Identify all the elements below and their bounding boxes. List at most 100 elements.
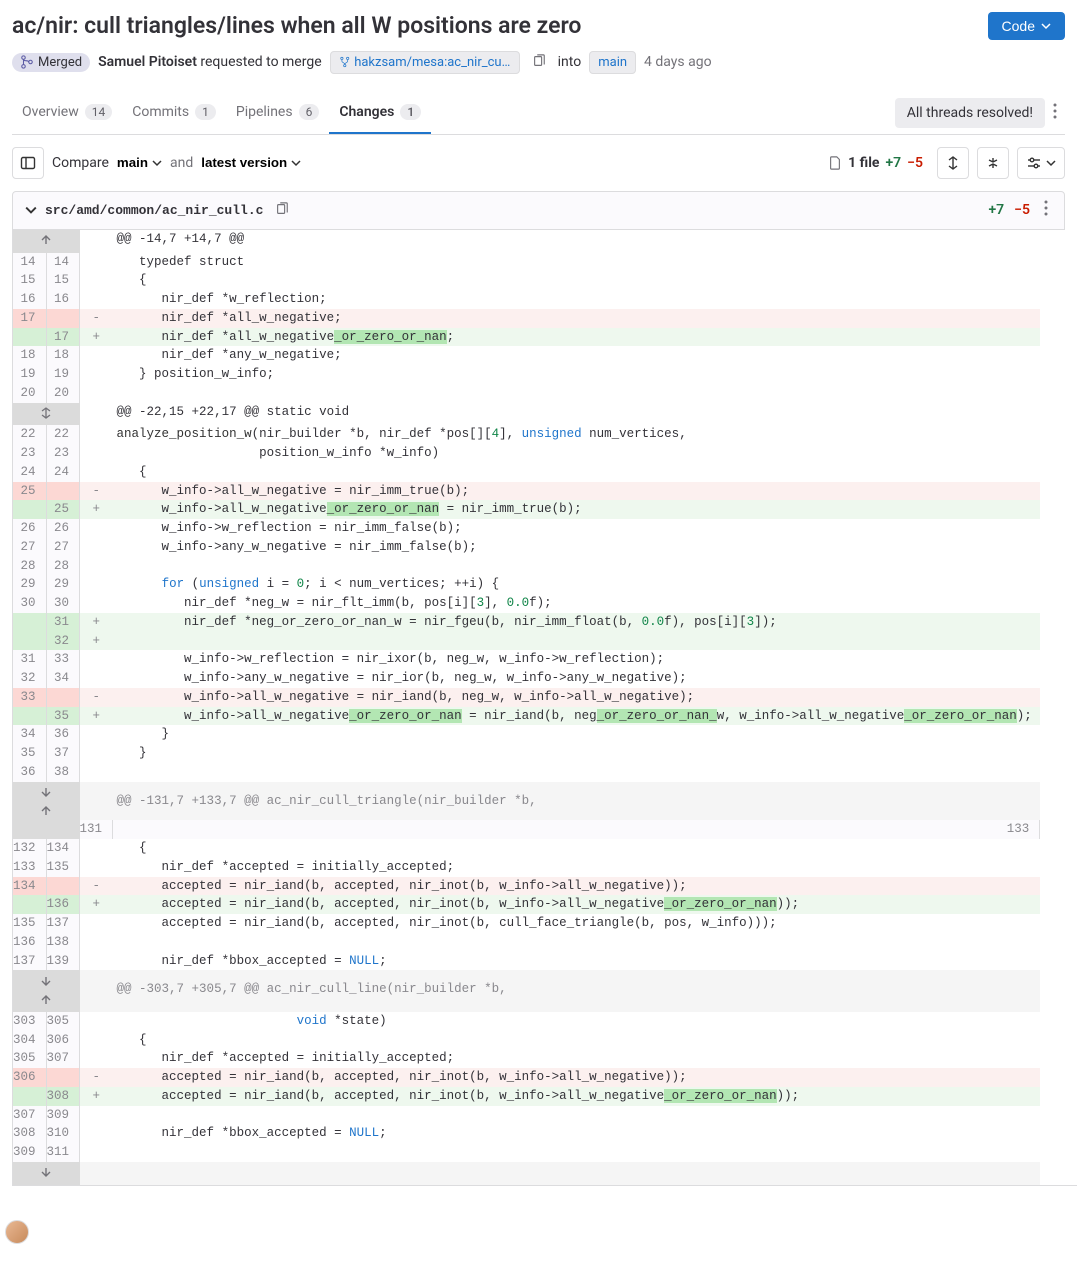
requested-text: requested to merge xyxy=(200,54,321,70)
code-line[interactable] xyxy=(113,557,1040,576)
code-line[interactable]: { xyxy=(113,839,1040,858)
code-line[interactable]: accepted = nir_iand(b, accepted, nir_ino… xyxy=(113,877,1040,896)
chevron-down-icon xyxy=(152,158,162,168)
expand-button[interactable] xyxy=(13,970,80,1012)
code-line[interactable]: } position_w_info; xyxy=(113,365,1040,384)
kebab-icon xyxy=(1044,200,1048,216)
file-path[interactable]: src/amd/common/ac_nir_cull.c xyxy=(45,203,263,218)
code-line[interactable]: nir_def *neg_w = nir_flt_imm(b, pos[i][3… xyxy=(113,594,1040,613)
code-line[interactable]: accepted = nir_iand(b, accepted, nir_ino… xyxy=(113,895,1040,914)
code-line[interactable]: nir_def *bbox_accepted = NULL; xyxy=(113,1124,1040,1143)
diff-table: @@ -14,7 +14,7 @@ 1414 typedef struct 15… xyxy=(12,230,1077,1186)
tab-pipelines[interactable]: Pipelines6 xyxy=(226,92,329,134)
code-line[interactable]: w_info->any_w_negative = nir_ior(b, neg_… xyxy=(113,669,1040,688)
expand-down-button[interactable] xyxy=(13,1162,80,1185)
code-line[interactable]: { xyxy=(113,463,1040,482)
code-line[interactable]: nir_def *any_w_negative; xyxy=(113,346,1040,365)
code-line[interactable]: w_info->all_w_negative_or_zero_or_nan = … xyxy=(113,500,1040,519)
time-ago: 4 days ago xyxy=(644,54,712,70)
mr-title: ac/nir: cull triangles/lines when all W … xyxy=(12,12,976,41)
arrow-down-icon xyxy=(40,786,52,798)
code-line[interactable]: w_info->all_w_negative = nir_iand(b, neg… xyxy=(113,688,1040,707)
expand-button[interactable] xyxy=(13,782,80,840)
file-summary: 1 file +7 −5 xyxy=(828,155,923,171)
code-line[interactable]: { xyxy=(113,271,1040,290)
compare-label: Compare xyxy=(52,155,109,171)
copy-branch-button[interactable] xyxy=(528,52,550,73)
arrow-down-icon xyxy=(40,1166,52,1178)
settings-icon xyxy=(1026,155,1042,171)
code-line[interactable]: nir_def *all_w_negative; xyxy=(113,309,1040,328)
head-version-dropdown[interactable]: latest version xyxy=(201,155,301,170)
base-version-dropdown[interactable]: main xyxy=(117,155,162,170)
arrow-down-icon xyxy=(40,975,52,987)
code-line[interactable] xyxy=(113,1143,1040,1162)
target-branch[interactable]: main xyxy=(589,51,636,74)
file-deletions: −5 xyxy=(1014,202,1030,218)
code-line[interactable]: nir_def *w_reflection; xyxy=(113,290,1040,309)
code-line[interactable]: void *state) xyxy=(1040,820,1077,839)
arrow-up-icon xyxy=(40,994,52,1006)
code-line[interactable]: for (unsigned i = 0; i < num_vertices; +… xyxy=(113,575,1040,594)
code-line[interactable]: accepted = nir_iand(b, accepted, nir_ino… xyxy=(113,1068,1040,1087)
fork-icon xyxy=(339,56,351,68)
code-line[interactable]: } xyxy=(113,744,1040,763)
diff-settings-button[interactable] xyxy=(1017,147,1065,179)
collapse-icon xyxy=(986,156,1000,170)
code-line[interactable] xyxy=(113,763,1040,782)
code-line[interactable]: w_info->all_w_negative_or_zero_or_nan = … xyxy=(113,707,1040,726)
code-line[interactable]: w_info->all_w_negative = nir_imm_true(b)… xyxy=(113,482,1040,501)
code-line[interactable] xyxy=(113,933,1040,952)
expand-up-button[interactable] xyxy=(13,230,80,253)
threads-resolved[interactable]: All threads resolved! xyxy=(895,98,1045,128)
code-line[interactable]: nir_def *all_w_negative_or_zero_or_nan; xyxy=(113,328,1040,347)
merge-icon xyxy=(20,55,34,69)
code-line[interactable] xyxy=(113,384,1040,403)
chevron-down-icon xyxy=(1046,158,1056,168)
code-button[interactable]: Code xyxy=(988,12,1065,40)
tabs-menu-button[interactable] xyxy=(1045,96,1065,130)
tab-changes[interactable]: Changes1 xyxy=(329,92,431,134)
expand-button[interactable] xyxy=(13,403,80,426)
code-line[interactable]: } xyxy=(113,725,1040,744)
code-line[interactable]: accepted = nir_iand(b, accepted, nir_ino… xyxy=(113,1087,1040,1106)
code-line[interactable]: typedef struct xyxy=(113,253,1040,272)
code-line[interactable]: nir_def *accepted = initially_accepted; xyxy=(113,1049,1040,1068)
chevron-down-icon xyxy=(25,204,37,216)
chevron-down-icon xyxy=(291,158,301,168)
code-line[interactable]: nir_def *bbox_accepted = NULL; xyxy=(113,952,1040,971)
copy-path-button[interactable] xyxy=(271,200,293,221)
expand-all-button[interactable] xyxy=(937,147,969,179)
code-line[interactable]: w_info->any_w_negative = nir_imm_false(b… xyxy=(113,538,1040,557)
arrow-up-icon xyxy=(40,805,52,817)
document-icon xyxy=(828,156,842,170)
code-line[interactable]: accepted = nir_iand(b, accepted, nir_ino… xyxy=(113,914,1040,933)
expand-icon xyxy=(946,156,960,170)
tab-commits[interactable]: Commits1 xyxy=(122,92,226,134)
code-line[interactable]: nir_def *accepted = initially_accepted; xyxy=(113,858,1040,877)
avatar[interactable] xyxy=(5,1220,29,1244)
code-line[interactable] xyxy=(113,632,1040,651)
expand-icon xyxy=(40,407,52,419)
code-line[interactable]: nir_def *neg_or_zero_or_nan_w = nir_fgeu… xyxy=(113,613,1040,632)
tab-overview[interactable]: Overview14 xyxy=(12,92,122,134)
file-menu-button[interactable] xyxy=(1040,200,1052,220)
chevron-down-icon xyxy=(1041,21,1051,31)
sidebar-icon xyxy=(20,155,36,171)
into-text: into xyxy=(558,54,582,70)
code-line[interactable]: position_w_info *w_info) xyxy=(113,444,1040,463)
file-additions: +7 xyxy=(988,202,1004,218)
code-line[interactable]: analyze_position_w(nir_builder *b, nir_d… xyxy=(113,425,1040,444)
author-name[interactable]: Samuel Pitoiset xyxy=(98,54,197,70)
code-line[interactable]: w_info->w_reflection = nir_imm_false(b); xyxy=(113,519,1040,538)
file-collapse-toggle[interactable] xyxy=(25,204,37,216)
code-line[interactable] xyxy=(113,1106,1040,1125)
kebab-icon xyxy=(1053,103,1057,119)
file-tree-toggle[interactable] xyxy=(12,147,44,179)
file-header: src/amd/common/ac_nir_cull.c +7 −5 xyxy=(12,191,1065,230)
code-line[interactable]: w_info->w_reflection = nir_ixor(b, neg_w… xyxy=(113,650,1040,669)
source-branch[interactable]: hakzsam/mesa:ac_nir_cull… xyxy=(330,51,520,74)
collapse-all-button[interactable] xyxy=(977,147,1009,179)
code-line[interactable]: { xyxy=(113,1031,1040,1050)
code-line[interactable]: void *state) xyxy=(113,1012,1040,1031)
